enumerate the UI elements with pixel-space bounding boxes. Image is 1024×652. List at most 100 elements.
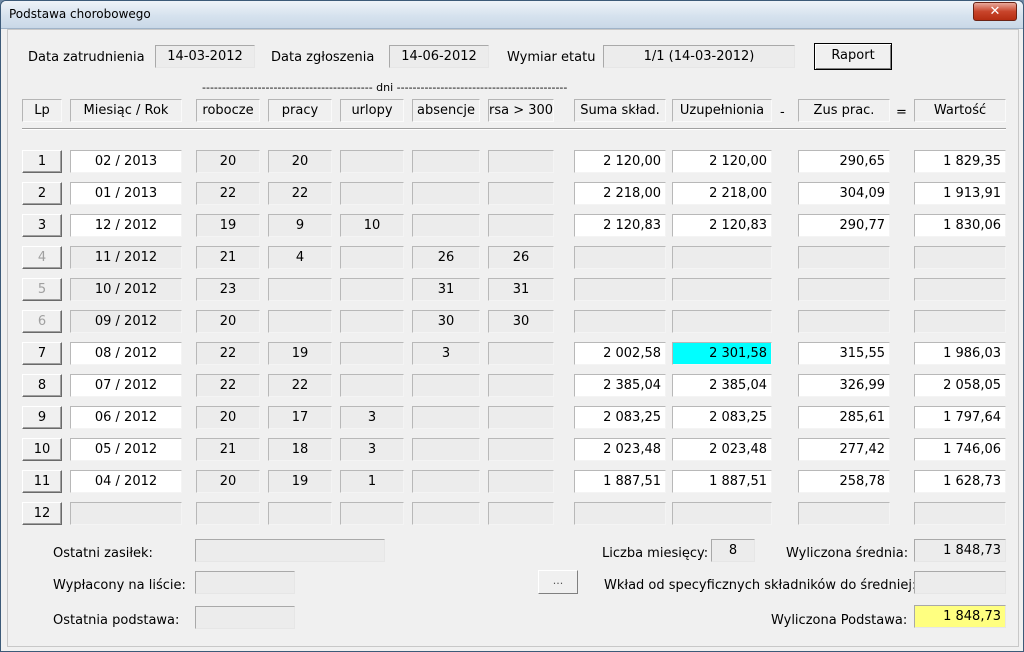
more-button[interactable]: ...	[538, 570, 578, 594]
cell-urlopy	[340, 246, 404, 269]
row-button-10[interactable]: 10	[22, 438, 62, 461]
cell-pracy	[268, 310, 332, 333]
cell-suma[interactable]: 2 002,58	[574, 342, 666, 365]
cell-robocze: 22	[196, 182, 260, 205]
cell-uzup[interactable]: 2 023,48	[672, 438, 772, 461]
cell-zus	[798, 246, 890, 269]
cell-suma[interactable]: 2 083,25	[574, 406, 666, 429]
row-button-8[interactable]: 8	[22, 374, 62, 397]
cell-wartosc[interactable]: 1 830,06	[914, 214, 1006, 237]
row-button-1[interactable]: 1	[22, 150, 62, 173]
wyplacony-label: Wypłacony na liście:	[53, 578, 186, 593]
cell-zus[interactable]: 290,65	[798, 150, 890, 173]
cell-wartosc[interactable]: 2 058,05	[914, 374, 1006, 397]
row-button-2[interactable]: 2	[22, 182, 62, 205]
row-button-6[interactable]: 6	[22, 310, 62, 333]
cell-absencje: 3	[412, 342, 480, 365]
cell-month[interactable]: 08 / 2012	[70, 342, 182, 365]
cell-month[interactable]: 05 / 2012	[70, 438, 182, 461]
row-button-9[interactable]: 9	[22, 406, 62, 429]
cell-month[interactable]: 12 / 2012	[70, 214, 182, 237]
cell-pracy: 18	[268, 438, 332, 461]
cell-uzup[interactable]: 2 120,00	[672, 150, 772, 173]
cell-absencje	[412, 182, 480, 205]
cell-urlopy: 3	[340, 406, 404, 429]
cell-wartosc[interactable]: 1 628,73	[914, 470, 1006, 493]
wklad-label: Wkład od specyficznych składników do śre…	[604, 578, 917, 593]
cell-suma[interactable]: 2 023,48	[574, 438, 666, 461]
raport-button[interactable]: Raport	[814, 43, 892, 70]
cell-month: 10 / 2012	[70, 278, 182, 301]
cell-month[interactable]: 04 / 2012	[70, 470, 182, 493]
cell-urlopy: 1	[340, 470, 404, 493]
cell-rsa	[488, 438, 554, 461]
cell-uzup[interactable]: 2 218,00	[672, 182, 772, 205]
cell-urlopy	[340, 150, 404, 173]
row-button-12[interactable]: 12	[22, 502, 62, 525]
cell-uzup[interactable]: 2 083,25	[672, 406, 772, 429]
cell-robocze	[196, 502, 260, 525]
wyplacony-field	[195, 571, 295, 594]
cell-urlopy	[340, 374, 404, 397]
cell-zus[interactable]: 326,99	[798, 374, 890, 397]
cell-zus[interactable]: 258,78	[798, 470, 890, 493]
cell-zus[interactable]: 277,42	[798, 438, 890, 461]
cell-month[interactable]: 01 / 2013	[70, 182, 182, 205]
cell-uzup	[672, 246, 772, 269]
col-header-wartosc: Wartość	[914, 99, 1006, 122]
liczba-miesiecy-field: 8	[711, 539, 755, 562]
row-button-3[interactable]: 3	[22, 214, 62, 237]
close-button[interactable]: ✕	[973, 2, 1017, 21]
cell-zus[interactable]: 304,09	[798, 182, 890, 205]
title-bar[interactable]: Podstawa chorobowego ✕	[1, 1, 1023, 29]
cell-month[interactable]: 02 / 2013	[70, 150, 182, 173]
cell-absencje	[412, 502, 480, 525]
cell-month[interactable]: 06 / 2012	[70, 406, 182, 429]
cell-robocze: 23	[196, 278, 260, 301]
cell-zus	[798, 278, 890, 301]
col-header-miesiac: Miesiąc / Rok	[70, 99, 182, 122]
row-button-4[interactable]: 4	[22, 246, 62, 269]
cell-pracy	[268, 502, 332, 525]
cell-suma[interactable]: 2 120,00	[574, 150, 666, 173]
col-header-urlopy: urlopy	[340, 99, 404, 122]
cell-urlopy	[340, 502, 404, 525]
cell-suma	[574, 310, 666, 333]
cell-absencje	[412, 438, 480, 461]
cell-suma	[574, 502, 666, 525]
cell-zus[interactable]: 285,61	[798, 406, 890, 429]
cell-uzup	[672, 310, 772, 333]
cell-month[interactable]: 07 / 2012	[70, 374, 182, 397]
wyliczona-srednia-label: Wyliczona średnia:	[786, 546, 909, 561]
cell-zus[interactable]: 290,77	[798, 214, 890, 237]
ostatnia-podstawa-label: Ostatnia podstawa:	[53, 613, 180, 628]
cell-wartosc[interactable]: 1 986,03	[914, 342, 1006, 365]
cell-wartosc[interactable]: 1 829,35	[914, 150, 1006, 173]
cell-urlopy	[340, 182, 404, 205]
cell-zus[interactable]: 315,55	[798, 342, 890, 365]
col-header-lp: Lp	[22, 99, 62, 122]
cell-uzup[interactable]: 2 385,04	[672, 374, 772, 397]
cell-suma[interactable]: 2 385,04	[574, 374, 666, 397]
cell-rsa	[488, 214, 554, 237]
cell-wartosc[interactable]: 1 797,64	[914, 406, 1006, 429]
cell-wartosc[interactable]: 1 746,06	[914, 438, 1006, 461]
cell-pracy: 17	[268, 406, 332, 429]
cell-rsa: 31	[488, 278, 554, 301]
cell-wartosc	[914, 502, 1006, 525]
cell-uzup[interactable]: 2 301,58	[672, 342, 772, 365]
row-button-11[interactable]: 11	[22, 470, 62, 493]
row-button-7[interactable]: 7	[22, 342, 62, 365]
cell-wartosc[interactable]: 1 913,91	[914, 182, 1006, 205]
cell-uzup[interactable]: 1 887,51	[672, 470, 772, 493]
cell-uzup[interactable]: 2 120,83	[672, 214, 772, 237]
close-icon: ✕	[989, 4, 1001, 19]
cell-pracy: 22	[268, 374, 332, 397]
data-zatrudnienia-label: Data zatrudnienia	[28, 50, 145, 65]
cell-rsa	[488, 150, 554, 173]
cell-robocze: 19	[196, 214, 260, 237]
cell-suma[interactable]: 2 218,00	[574, 182, 666, 205]
cell-suma[interactable]: 1 887,51	[574, 470, 666, 493]
row-button-5[interactable]: 5	[22, 278, 62, 301]
cell-suma[interactable]: 2 120,83	[574, 214, 666, 237]
